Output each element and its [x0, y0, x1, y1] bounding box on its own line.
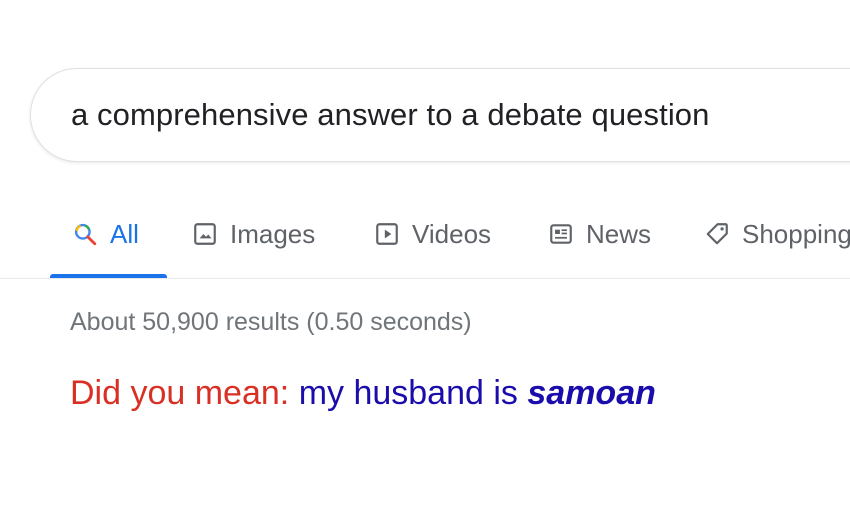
tab-shopping-label: Shopping [742, 218, 850, 249]
tab-images[interactable]: Images [190, 216, 315, 252]
spelling-suggestion-link[interactable]: my husband is samoan [299, 374, 656, 412]
suggestion-corrected-word: samoan [527, 374, 656, 412]
tabs-divider [0, 278, 850, 279]
search-results-page: All Images Videos [0, 0, 850, 510]
tab-videos-label: Videos [412, 218, 492, 249]
tab-all[interactable]: All [70, 216, 139, 252]
newspaper-icon [546, 219, 576, 249]
did-you-mean: Did you mean: my husband is samoan [70, 374, 656, 413]
tab-all-label: All [110, 218, 139, 249]
play-icon [372, 219, 402, 249]
image-icon [190, 219, 220, 249]
tag-icon [702, 219, 732, 249]
tab-news[interactable]: News [546, 216, 651, 252]
search-input[interactable] [71, 69, 850, 161]
tab-shopping[interactable]: Shopping [702, 216, 850, 252]
search-tabs: All Images Videos News Shopping [0, 190, 850, 278]
suggestion-plain-text: my husband is [298, 374, 518, 412]
tab-videos[interactable]: Videos [372, 216, 491, 252]
result-stats: About 50,900 results (0.50 seconds) [70, 308, 472, 336]
did-you-mean-label: Did you mean: [70, 374, 290, 412]
search-icon [70, 219, 100, 249]
search-box[interactable] [30, 68, 850, 162]
tab-images-label: Images [230, 218, 316, 249]
tab-news-label: News [586, 218, 652, 249]
